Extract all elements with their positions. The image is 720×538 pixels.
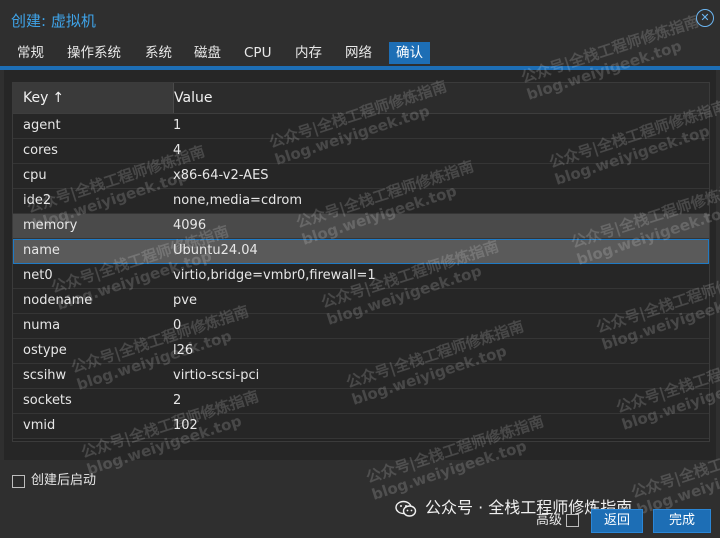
wechat-icon bbox=[395, 500, 417, 517]
table-row[interactable]: cores 4 bbox=[13, 139, 709, 164]
table-row[interactable]: net0 virtio,bridge=vmbr0,firewall=1 bbox=[13, 264, 709, 289]
table-row[interactable]: ide2 none,media=cdrom bbox=[13, 189, 709, 214]
checkbox-box[interactable] bbox=[12, 474, 25, 488]
row-key: scsihw bbox=[23, 368, 67, 383]
row-key: cores bbox=[23, 143, 58, 158]
row-key: numa bbox=[23, 318, 61, 333]
tab-cpu[interactable]: CPU bbox=[237, 42, 278, 64]
checkbox-box[interactable] bbox=[566, 514, 580, 527]
table-row[interactable]: sockets 2 bbox=[13, 389, 709, 414]
table-row[interactable]: scsihw virtio-scsi-pci bbox=[13, 364, 709, 389]
row-key: cpu bbox=[23, 168, 47, 183]
row-value: 0 bbox=[173, 318, 182, 333]
tab-confirm[interactable]: 确认 bbox=[389, 42, 430, 64]
row-key: sockets bbox=[23, 393, 72, 408]
row-key: ostype bbox=[23, 343, 67, 358]
table-row[interactable]: vmid 102 bbox=[13, 414, 709, 439]
row-key: nodename bbox=[23, 293, 93, 308]
column-header-key[interactable]: Key ↑ bbox=[13, 83, 174, 113]
table-row[interactable]: memory 4096 bbox=[13, 214, 709, 239]
create-vm-dialog: 创建: 虚拟机 ✕ 常规 操作系统 系统 磁盘 CPU 内存 网络 确认 Key… bbox=[0, 0, 720, 538]
table-row[interactable]: name Ubuntu24.04 bbox=[13, 239, 709, 264]
row-value: virtio-scsi-pci bbox=[173, 368, 260, 383]
start-after-create-label: 创建后启动 bbox=[31, 473, 97, 488]
row-key: memory bbox=[23, 218, 78, 233]
row-value: virtio,bridge=vmbr0,firewall=1 bbox=[173, 268, 376, 283]
summary-grid: Key ↑ Value agent 1 cores 4 cpu x86-64-v2-AE… bbox=[12, 82, 710, 442]
row-value: 4096 bbox=[173, 218, 207, 233]
column-header-key-label: Key bbox=[23, 90, 49, 106]
back-button[interactable]: 返回 bbox=[591, 509, 643, 533]
tab-memory[interactable]: 内存 bbox=[288, 42, 329, 64]
row-value: 1 bbox=[173, 118, 182, 133]
dialog-title: 创建: 虚拟机 bbox=[11, 12, 96, 30]
title-bar: 创建: 虚拟机 ✕ bbox=[0, 0, 720, 38]
table-row[interactable]: numa 0 bbox=[13, 314, 709, 339]
row-value: 4 bbox=[173, 143, 182, 158]
row-value: none,media=cdrom bbox=[173, 193, 303, 208]
table-row[interactable]: cpu x86-64-v2-AES bbox=[13, 164, 709, 189]
row-value: Ubuntu24.04 bbox=[173, 243, 258, 258]
tab-disk[interactable]: 磁盘 bbox=[187, 42, 228, 64]
table-row[interactable]: nodename pve bbox=[13, 289, 709, 314]
table-row[interactable]: agent 1 bbox=[13, 114, 709, 139]
advanced-checkbox[interactable]: 高级 bbox=[536, 511, 580, 531]
row-value: 102 bbox=[173, 418, 198, 433]
row-value: x86-64-v2-AES bbox=[173, 168, 269, 183]
grid-rows: agent 1 cores 4 cpu x86-64-v2-AES ide2 none,… bbox=[13, 114, 709, 439]
tab-network[interactable]: 网络 bbox=[338, 42, 379, 64]
sort-asc-icon: ↑ bbox=[52, 90, 65, 106]
tab-os[interactable]: 操作系统 bbox=[60, 42, 128, 64]
row-value: 2 bbox=[173, 393, 182, 408]
table-row[interactable]: ostype l26 bbox=[13, 339, 709, 364]
finish-button[interactable]: 完成 bbox=[653, 509, 711, 533]
row-key: name bbox=[23, 243, 60, 258]
column-header-value[interactable]: Value bbox=[174, 83, 212, 113]
tab-system[interactable]: 系统 bbox=[138, 42, 179, 64]
tab-general[interactable]: 常规 bbox=[10, 42, 51, 64]
row-key: ide2 bbox=[23, 193, 52, 208]
grid-header: Key ↑ Value bbox=[13, 83, 709, 114]
advanced-label: 高级 bbox=[536, 513, 563, 528]
close-icon[interactable]: ✕ bbox=[696, 9, 714, 27]
row-value: pve bbox=[173, 293, 197, 308]
start-after-create-checkbox[interactable]: 创建后启动 bbox=[12, 472, 96, 490]
row-key: agent bbox=[23, 118, 61, 133]
row-key: net0 bbox=[23, 268, 53, 283]
row-value: l26 bbox=[173, 343, 194, 358]
row-key: vmid bbox=[23, 418, 56, 433]
